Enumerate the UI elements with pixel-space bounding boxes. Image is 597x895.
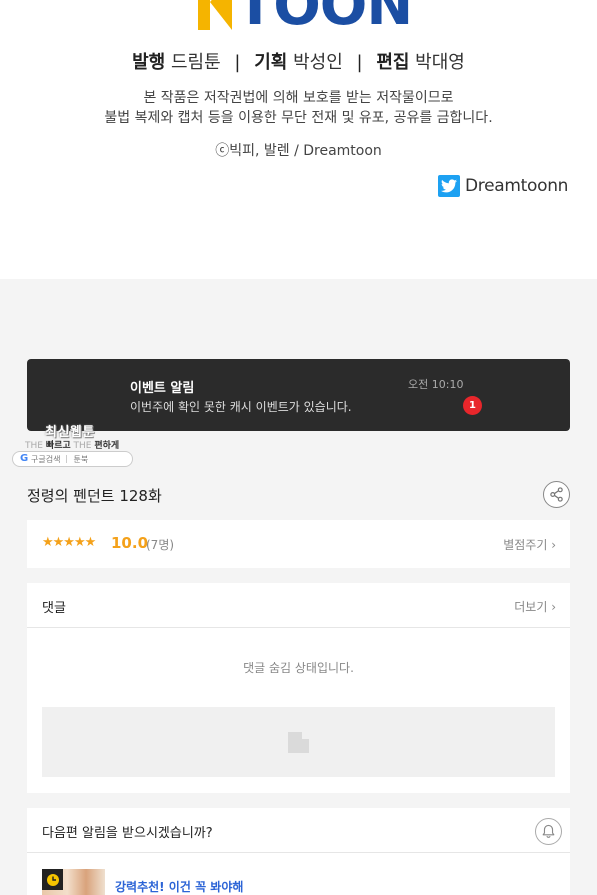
- logo-mark-icon: [194, 0, 232, 30]
- floating-ad-banner[interactable]: 최신웹툰 THE 빠르고 THE 편하게 G 구글검색 툰북: [12, 419, 137, 469]
- editor-label: 편집: [376, 52, 410, 73]
- comments-header: 댓글 더보기 ›: [27, 583, 570, 628]
- ad-placeholder[interactable]: [42, 707, 555, 777]
- toast-title: 이벤트 알림: [130, 381, 195, 396]
- twitter-link[interactable]: Dreamtoonn: [438, 174, 568, 198]
- toast-body: 이번주에 확인 못한 캐시 이벤트가 있습니다.: [130, 400, 352, 414]
- rating-stars: ★★★★★: [42, 535, 96, 550]
- copyright-notice-line-2: 불법 복제와 캡처 등을 이용한 무단 전재 및 유포, 공유를 금합니다.: [104, 110, 493, 126]
- rate-button[interactable]: 별점주기 ›: [503, 536, 556, 553]
- planner-value: 박성인: [293, 52, 343, 73]
- copyright-line: ⓒ빅피, 발렌 / Dreamtoon: [215, 143, 382, 159]
- clock-icon: [42, 869, 63, 890]
- image-placeholder-icon: [288, 732, 309, 753]
- twitter-icon: [438, 175, 460, 197]
- comments-label: 댓글: [42, 601, 66, 616]
- ad-pill-left: 구글검색: [31, 454, 61, 464]
- notify-question: 다음편 알림을 받으시겠습니까?: [42, 826, 213, 841]
- ad-subtitle-part: THE: [73, 441, 92, 451]
- comments-card: 댓글 더보기 › 댓글 숨김 상태입니다.: [27, 583, 570, 793]
- planner-label: 기획: [254, 52, 288, 73]
- ad-subtitle-part: 빠르고: [45, 441, 71, 451]
- recommended-thumbnail[interactable]: [42, 869, 105, 895]
- credit-line: 발행 드림툰 | 기획 박성인 | 편집 박대영: [0, 48, 597, 74]
- ad-search-pill[interactable]: G 구글검색 툰북: [12, 451, 133, 467]
- copyright-notice-line-1: 본 작품은 저작권법에 의해 보호를 받는 저작물이므로: [143, 90, 454, 106]
- share-icon: [550, 487, 563, 502]
- share-button[interactable]: [543, 481, 570, 508]
- ad-subtitle-part: THE: [25, 441, 43, 451]
- comments-hidden-message: 댓글 숨김 상태입니다.: [243, 661, 354, 675]
- publisher-label: 발행: [132, 52, 166, 73]
- dreamtoon-logo: TOON: [190, 0, 420, 34]
- recommendation-link[interactable]: 강력추천! 이건 꼭 봐야해: [115, 878, 243, 895]
- rating-count: (7명): [146, 538, 175, 552]
- editor-value: 박대영: [415, 52, 465, 73]
- separator: |: [356, 52, 363, 73]
- ad-subtitle: THE 빠르고 THE 편하게: [25, 438, 119, 451]
- notify-header: 다음편 알림을 받으시겠습니까?: [27, 808, 570, 853]
- logo-text: TOON: [236, 0, 413, 34]
- twitter-handle: Dreamtoonn: [465, 176, 569, 196]
- notification-count-badge: 1: [463, 396, 482, 415]
- comments-more-button[interactable]: 더보기 ›: [514, 598, 556, 615]
- publisher-value: 드림툰: [170, 52, 221, 73]
- next-episode-notify-card: 다음편 알림을 받으시겠습니까? 강력추천! 이건 꼭 봐야해: [27, 808, 570, 895]
- notify-bell-button[interactable]: [535, 818, 562, 845]
- episode-title: 정령의 펜던트 128화: [27, 487, 162, 505]
- toast-time: 오전 10:10: [408, 378, 464, 391]
- divider: [66, 455, 68, 463]
- separator: |: [234, 52, 241, 73]
- rating-score: 10.0: [111, 534, 149, 552]
- ad-subtitle-part: 편하게: [94, 441, 120, 451]
- google-icon: G: [20, 453, 29, 464]
- bell-icon: [542, 824, 555, 838]
- ad-pill-right: 툰북: [73, 454, 89, 464]
- rating-card: ★★★★★ 10.0 (7명) 별점주기 ›: [27, 520, 570, 568]
- credits-section: TOON 발행 드림툰 | 기획 박성인 | 편집 박대영 본 작품은 저작권법…: [0, 0, 597, 279]
